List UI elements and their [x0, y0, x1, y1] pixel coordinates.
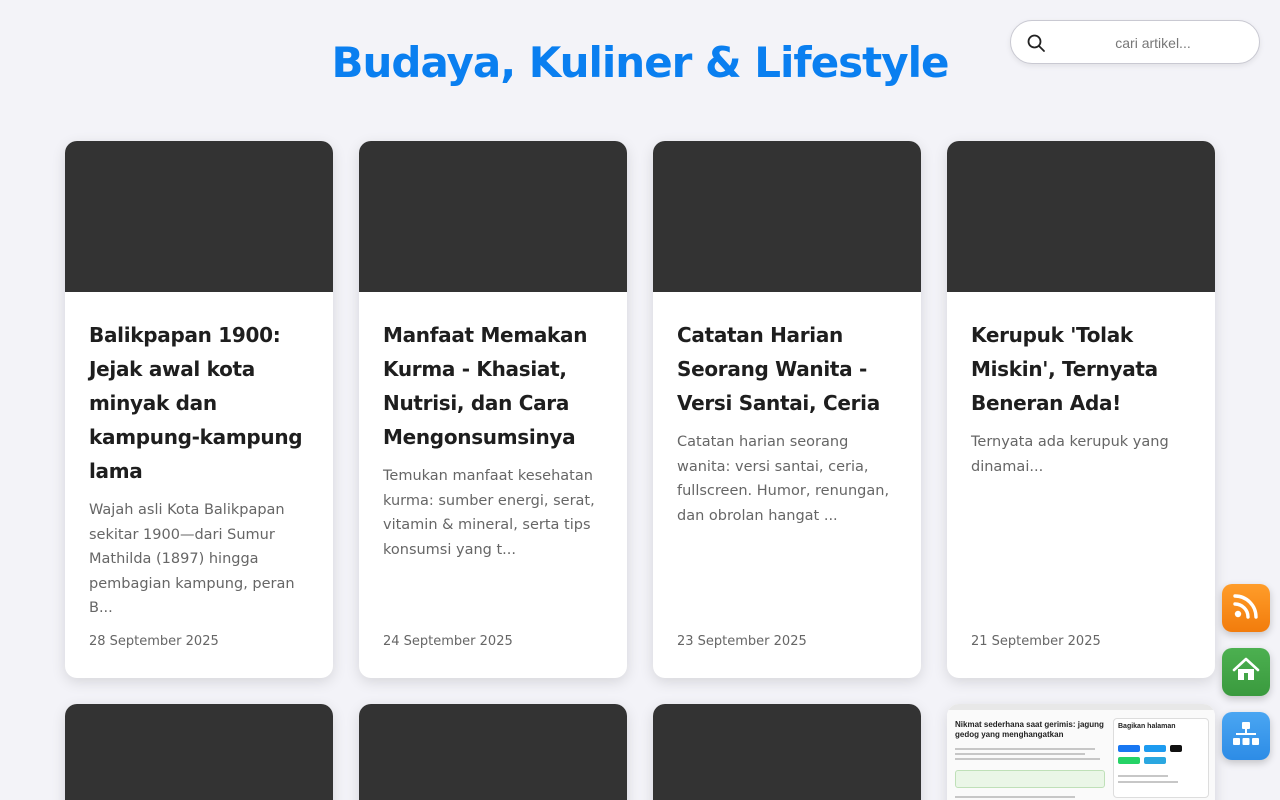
preview-text-line — [955, 796, 1075, 798]
article-thumbnail[interactable] — [359, 704, 627, 800]
preview-text-line — [955, 758, 1100, 760]
preview-topbar — [947, 704, 1215, 710]
rss-button[interactable] — [1222, 584, 1270, 632]
article-date: 24 September 2025 — [383, 634, 513, 649]
article-title[interactable]: Manfaat Memakan Kurma - Khasiat, Nutrisi… — [383, 318, 603, 454]
home-icon — [1231, 655, 1261, 689]
preview-text-line — [955, 748, 1095, 750]
article-thumbnail[interactable] — [947, 141, 1215, 292]
search-icon[interactable] — [1025, 32, 1047, 54]
article-excerpt: Wajah asli Kota Balikpapan sekitar 1900—… — [89, 502, 295, 616]
preview-share-heading: Bagikan halaman — [1118, 723, 1176, 730]
preview-share-panel: Bagikan halaman — [1113, 718, 1209, 798]
preview-text-line — [955, 753, 1085, 755]
article-excerpt: Ternyata ada kerupuk yang dinamai... — [971, 434, 1169, 475]
article-card[interactable] — [65, 704, 333, 800]
preview-share-pill — [1144, 757, 1166, 764]
article-excerpt: Temukan manfaat kesehatan kurma: sumber … — [383, 468, 595, 558]
article-title[interactable]: Balikpapan 1900: Jejak awal kota minyak … — [89, 318, 309, 488]
article-thumbnail[interactable] — [65, 141, 333, 292]
article-thumbnail[interactable] — [359, 141, 627, 292]
article-thumbnail[interactable] — [653, 704, 921, 800]
preview-share-pill — [1144, 745, 1166, 752]
article-card[interactable]: Nikmat sederhana saat gerimis: jagung ge… — [947, 704, 1215, 800]
article-title[interactable]: Catatan Harian Seorang Wanita - Versi Sa… — [677, 318, 897, 420]
article-card[interactable]: Catatan Harian Seorang Wanita - Versi Sa… — [653, 141, 921, 678]
preview-share-pill — [1118, 745, 1140, 752]
rss-icon — [1231, 591, 1261, 625]
preview-heading: Nikmat sederhana saat gerimis: jagung ge… — [955, 720, 1104, 739]
preview-text-line — [1118, 781, 1178, 783]
sitemap-button[interactable] — [1222, 712, 1270, 760]
article-excerpt: Catatan harian seorang wanita: versi san… — [677, 434, 890, 524]
home-button[interactable] — [1222, 648, 1270, 696]
article-title[interactable]: Kerupuk 'Tolak Miskin', Ternyata Beneran… — [971, 318, 1191, 420]
article-card[interactable]: Manfaat Memakan Kurma - Khasiat, Nutrisi… — [359, 141, 627, 678]
article-date: 28 September 2025 — [89, 634, 219, 649]
article-thumbnail[interactable] — [65, 704, 333, 800]
preview-tip-box — [955, 770, 1105, 788]
article-thumbnail-screenshot[interactable]: Nikmat sederhana saat gerimis: jagung ge… — [947, 704, 1215, 800]
article-card[interactable] — [359, 704, 627, 800]
article-date: 23 September 2025 — [677, 634, 807, 649]
search-input[interactable] — [1055, 29, 1251, 57]
sitemap-icon — [1231, 719, 1261, 753]
preview-share-pill — [1170, 745, 1182, 752]
search-box[interactable] — [1010, 20, 1260, 64]
preview-text-line — [1118, 775, 1168, 777]
article-card[interactable]: Kerupuk 'Tolak Miskin', Ternyata Beneran… — [947, 141, 1215, 678]
article-date: 21 September 2025 — [971, 634, 1101, 649]
article-thumbnail[interactable] — [653, 141, 921, 292]
article-card[interactable]: Balikpapan 1900: Jejak awal kota minyak … — [65, 141, 333, 678]
preview-share-pill — [1118, 757, 1140, 764]
article-card[interactable] — [653, 704, 921, 800]
